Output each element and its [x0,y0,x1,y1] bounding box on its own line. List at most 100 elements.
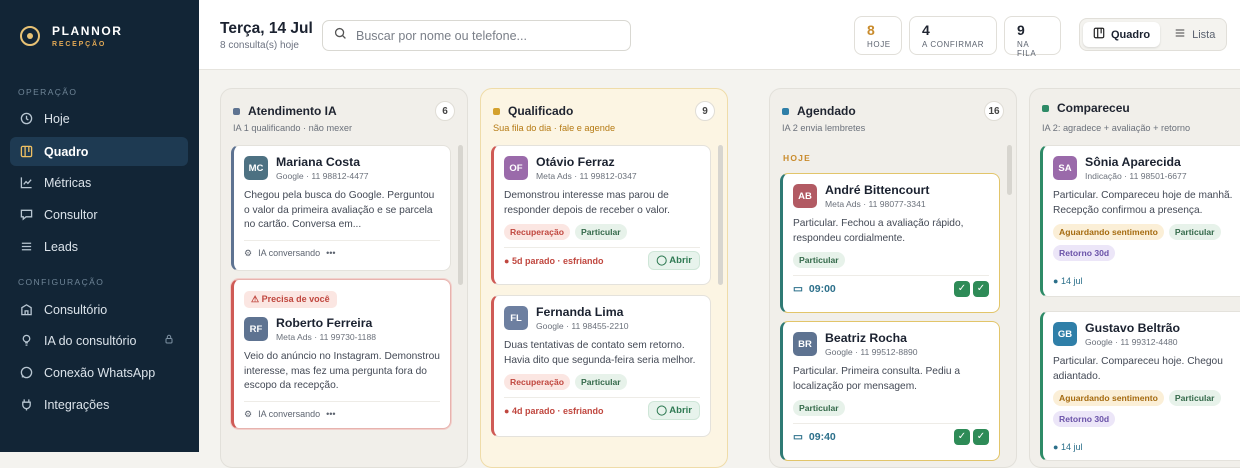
lead-summary: Particular. Compareceu hoje. Chegou adia… [1053,356,1223,382]
avatar: RF [244,317,268,341]
search-box[interactable] [322,20,631,51]
sidebar-item-label: IA do consultório [44,333,137,348]
appointment-time: 09:00 [808,282,836,295]
view-list-label: Lista [1192,28,1216,41]
lead-name: Beatriz Rocha [825,331,908,345]
stale-status: ● 5d parado · esfriando [504,255,604,266]
open-button[interactable]: ◯ Abrir [648,251,700,270]
lead-card[interactable]: FL Fernanda Lima Google · 11 98455-2210 D… [491,295,711,437]
avatar: MC [244,156,268,180]
sidebar-item-quadro[interactable]: Quadro [10,137,188,166]
column-title: Qualificado [508,104,574,118]
clock-icon [19,112,33,126]
tag: Recuperação [504,374,570,390]
section-operacao: OPERAÇÃO [18,87,78,97]
appointment-time: 09:40 [808,430,836,443]
sidebar-item-label: Métricas [44,175,92,190]
open-button[interactable]: ◯ Abrir [648,401,700,420]
lead-summary: Particular. Compareceu hoje de manhã. Re… [1053,190,1233,216]
check-icon: ✓ [973,280,989,297]
sidebar-item-metricas[interactable]: Métricas [10,168,188,197]
visit-date: ● 14 jul [1053,442,1083,452]
tag: Aguardando sentimento [1053,390,1164,406]
column-count: 9 [695,101,715,121]
topbar: Terça, 14 Jul 8 consulta(s) hoje 8 HOJE … [199,0,1240,70]
lead-summary: Chegou pela busca do Google. Perguntou o… [244,190,435,230]
logo-icon [20,26,40,46]
column-dot [493,107,500,115]
sidebar-item-ia[interactable]: IA do consultório [10,326,188,355]
scrollbar[interactable] [458,145,463,285]
visit-date: ● 14 jul [1053,276,1083,286]
lead-card[interactable]: GB Gustavo Beltrão Google · 11 99312-4480… [1040,311,1240,461]
lead-name: Mariana Costa [276,155,361,169]
check-icon: ✓ [954,428,970,445]
confirmed-checks: ✓ ✓ [954,428,989,445]
column-dot [233,107,240,115]
lead-name: Sônia Aparecida [1085,155,1181,169]
view-toggle: Quadro Lista [1079,18,1227,51]
lead-card[interactable]: MC Mariana Costa Google · 11 98812-4477 C… [231,145,451,271]
ai-status: IA conversando [258,248,321,258]
search-input[interactable] [356,28,616,43]
stat-a-confirmar[interactable]: 4 A CONFIRMAR [909,16,997,55]
sidebar-item-whatsapp[interactable]: Conexão WhatsApp [10,358,188,387]
calendar-icon: ▭ [793,430,803,443]
view-board-button[interactable]: Quadro [1083,22,1161,47]
avatar: SA [1053,156,1077,180]
tag: Particular [574,224,627,240]
search-icon [334,27,347,45]
tag: Retorno 30d [1053,245,1116,261]
brand-name: PLANNOR [52,24,123,38]
stat-hoje[interactable]: 8 HOJE [854,16,902,55]
lead-summary: Particular. Fechou a avaliação rápido, r… [793,218,964,244]
tag: Particular [793,400,845,416]
lead-name: Otávio Ferraz [536,155,615,169]
ai-status: IA conversando [258,409,321,419]
lead-meta: Indicação · 11 98501-6677 [1085,171,1187,181]
lead-meta: Google · 11 99312-4480 [1085,337,1178,347]
sidebar-item-hoje[interactable]: Hoje [10,104,188,133]
appointment-card[interactable]: AB André Bittencourt Meta Ads · 11 98077-… [780,173,1000,313]
scrollbar[interactable] [718,145,723,285]
lead-name: Fernanda Lima [536,305,624,319]
view-list-button[interactable]: Lista [1164,22,1225,47]
lead-card[interactable]: OF Otávio Ferraz Meta Ads · 11 99812-0347… [491,145,711,285]
column-compareceu: Compareceu IA 2: agradece + avaliação + … [1029,88,1240,468]
stat-na-fila[interactable]: 9 NA FILA [1004,16,1061,58]
tag: Particular [793,252,845,268]
confirmed-checks: ✓ ✓ [954,280,989,297]
sidebar-item-integracoes[interactable]: Integrações [10,390,188,419]
column-title: Compareceu [1057,101,1130,115]
column-subtitle: IA 2 envia lembretes [782,123,866,133]
lead-meta: Google · 11 99512-8890 [825,347,918,357]
column-count: 16 [984,101,1004,121]
stat-value: 9 [1017,22,1025,38]
lead-summary: Demonstrou interesse mas parou de respon… [504,190,670,216]
lead-card[interactable]: ⚠ Precisa de você RF Roberto Ferreira Met… [231,279,451,429]
tag: Particular [1168,224,1221,240]
stat-label: A CONFIRMAR [922,40,985,49]
sidebar-item-consultorio[interactable]: Consultório [10,295,188,324]
tag: Aguardando sentimento [1053,224,1164,240]
list-icon [1174,27,1186,42]
chart-icon [19,176,33,190]
group-label: HOJE [783,153,811,163]
sidebar-item-consultor[interactable]: Consultor [10,200,188,229]
date-block: Terça, 14 Jul 8 consulta(s) hoje [220,20,313,51]
brand[interactable]: PLANNOR RECEPÇÃO [20,24,123,48]
check-icon: ✓ [973,428,989,445]
tag: Retorno 30d [1053,411,1116,427]
stat-label: HOJE [867,40,891,49]
appointment-card[interactable]: BR Beatriz Rocha Google · 11 99512-8890 P… [780,321,1000,461]
stale-status: ● 4d parado · esfriando [504,405,604,416]
sidebar-item-leads[interactable]: Leads [10,232,188,261]
calendar-icon: ▭ [793,282,803,295]
scrollbar[interactable] [1007,145,1012,195]
chat-icon [19,208,33,222]
lead-card[interactable]: SA Sônia Aparecida Indicação · 11 98501-6… [1040,145,1240,297]
sidebar-item-label: Hoje [44,111,70,126]
avatar: GB [1053,322,1077,346]
sidebar-item-label: Integrações [44,397,110,412]
lead-summary: Particular. Primeira consulta. Pediu a l… [793,366,961,392]
